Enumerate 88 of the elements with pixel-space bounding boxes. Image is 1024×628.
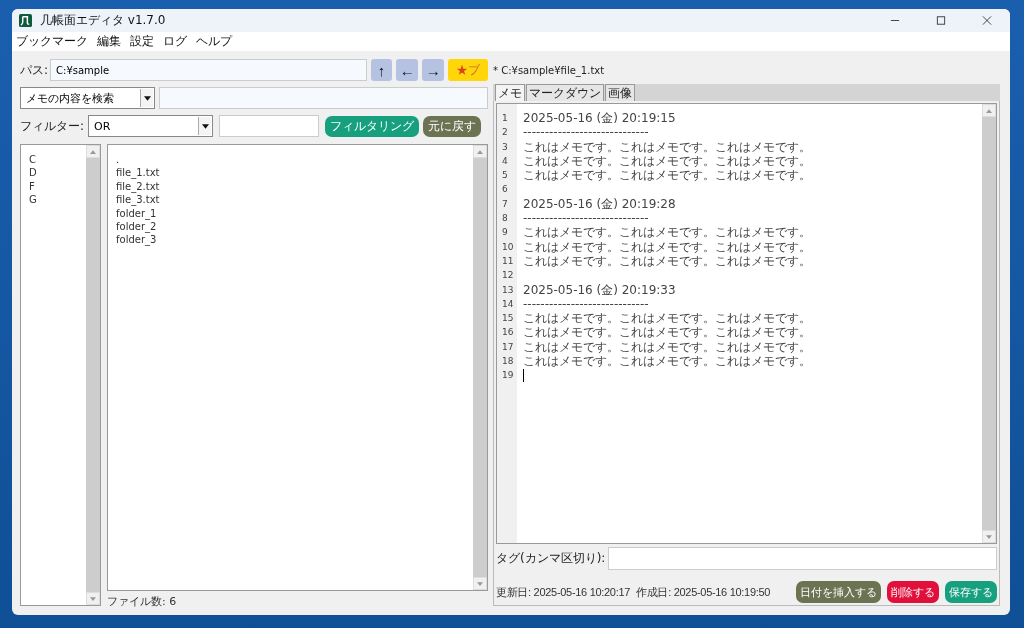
menu-item[interactable]: 編集 (97, 33, 121, 50)
path-field[interactable]: C:¥sample (50, 59, 367, 81)
insert-button[interactable]: 日付を挿入する (796, 581, 881, 603)
text-line: ----------------------------- (523, 296, 649, 311)
nav-button[interactable]: → (422, 59, 445, 81)
file-item[interactable]: folder_1 (116, 206, 465, 220)
tab[interactable]: マークダウン (526, 84, 604, 101)
line-number: 4 (501, 154, 509, 168)
line-number: 17 (501, 340, 515, 354)
scrollbar[interactable] (473, 145, 487, 590)
search-mode-dropdown[interactable]: メモの内容を検索 (20, 87, 155, 109)
line-number: 3 (501, 140, 509, 154)
text-line: これはメモです。これはメモです。これはメモです。 (523, 325, 811, 340)
text-line: 2025-05-16 (金) 20:19:28 (523, 196, 676, 211)
line-number: 11 (501, 254, 515, 268)
text-line: これはメモです。これはメモです。これはメモです。 (523, 253, 811, 268)
text-cursor (523, 369, 524, 383)
text-line: これはメモです。これはメモです。これはメモです。 (523, 311, 811, 326)
file-item[interactable]: folder_3 (116, 233, 465, 247)
line-number: 13 (501, 283, 515, 297)
line-number: 7 (501, 197, 509, 211)
updated-date: 更新日: 2025-05-16 10:20:17 (496, 584, 631, 600)
dropdown-arrow-icon[interactable] (201, 123, 209, 129)
drive-item[interactable]: F (29, 179, 78, 194)
line-number: 18 (501, 355, 515, 369)
nav-button[interactable]: ← (396, 59, 419, 81)
text-line: これはメモです。これはメモです。これはメモです。 (523, 153, 811, 168)
line-number: 8 (501, 212, 509, 226)
scroll-up-icon[interactable] (986, 108, 992, 113)
filter-label: フィルター: (20, 117, 85, 135)
path-label: パス: (20, 61, 49, 79)
text-line: これはメモです。これはメモです。これはメモです。 (523, 339, 811, 354)
scroll-down-icon[interactable] (477, 581, 483, 586)
menu-item[interactable]: ブックマーク (16, 33, 88, 50)
text-line: これはメモです。これはメモです。これはメモです。 (523, 354, 811, 369)
search-field[interactable] (159, 87, 488, 109)
created-date: 作成日: 2025-05-16 10:19:50 (636, 584, 771, 600)
line-number: 2 (501, 126, 509, 140)
file-item[interactable]: file_2.txt (116, 179, 465, 194)
text-line: ----------------------------- (523, 211, 649, 226)
text-line: これはメモです。これはメモです。これはメモです。 (523, 239, 811, 254)
menu-item[interactable]: ログ (163, 33, 187, 50)
menu-item[interactable]: 設定 (130, 33, 154, 50)
nav-button[interactable]: ↑ (370, 59, 393, 81)
line-number: 10 (501, 240, 515, 254)
line-number: 6 (501, 183, 509, 197)
line-number: 5 (501, 169, 509, 183)
text-line: これはメモです。これはメモです。これはメモです。 (523, 168, 811, 183)
line-number: 16 (501, 326, 515, 340)
drive-item[interactable]: G (29, 193, 78, 207)
scrollbar[interactable] (982, 104, 996, 543)
scrollbar[interactable] (86, 145, 100, 605)
scroll-up-icon[interactable] (90, 149, 96, 154)
scroll-up-icon[interactable] (477, 149, 483, 154)
text-line: 2025-05-16 (金) 20:19:15 (523, 111, 676, 125)
text-line: これはメモです。これはメモです。これはメモです。 (523, 225, 811, 240)
dropdown-arrow-icon[interactable] (143, 95, 151, 101)
delete-button[interactable]: 削除する (887, 581, 939, 603)
tab[interactable]: 画像 (605, 84, 635, 101)
line-number: 14 (501, 297, 515, 311)
app-icon (19, 14, 32, 27)
window-title: 几帳面エディタ v1.7.0 (40, 12, 166, 29)
line-number: 1 (501, 112, 509, 125)
drive-item[interactable]: D (29, 166, 78, 180)
text-line: ----------------------------- (523, 125, 649, 140)
file-item[interactable]: folder_2 (116, 219, 465, 234)
line-number: 19 (501, 369, 515, 383)
filter-field[interactable] (219, 115, 320, 137)
tags-field[interactable] (608, 547, 997, 570)
file-item[interactable]: . (116, 153, 465, 167)
tab[interactable]: メモ (495, 84, 525, 101)
file-path-label: * C:¥sample¥file_1.txt (493, 65, 606, 79)
reset-button[interactable]: 元に戻す (423, 115, 482, 137)
filter-mode-dropdown[interactable]: OR (88, 115, 214, 137)
file-item[interactable]: file_1.txt (116, 166, 465, 180)
file-count: ファイル数: 6 (107, 594, 178, 606)
scroll-down-icon[interactable] (90, 596, 96, 601)
file-item[interactable]: file_3.txt (116, 193, 465, 207)
line-number: 9 (501, 226, 509, 240)
line-number: 12 (501, 269, 515, 283)
text-line: 2025-05-16 (金) 20:19:33 (523, 282, 676, 297)
scroll-down-icon[interactable] (986, 534, 992, 539)
text-editor[interactable] (496, 103, 997, 544)
text-line: これはメモです。これはメモです。これはメモです。 (523, 139, 811, 154)
line-number: 15 (501, 312, 515, 326)
drive-item[interactable]: C (29, 153, 78, 167)
menu-item[interactable]: ヘルプ (196, 33, 232, 50)
tags-label: タグ(カンマ区切り): (496, 550, 606, 567)
